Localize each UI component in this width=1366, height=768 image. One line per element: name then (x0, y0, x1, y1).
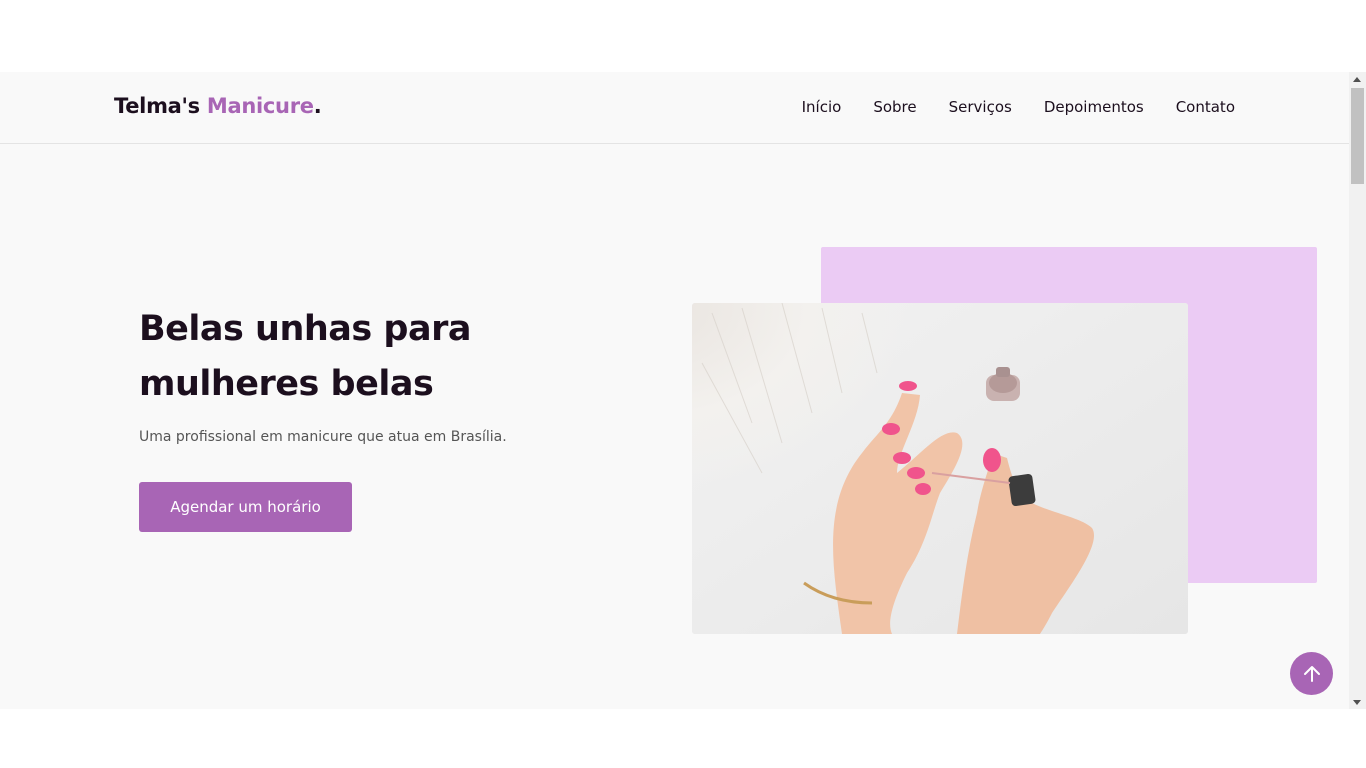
schedule-button[interactable]: Agendar um horário (139, 482, 352, 532)
brand-accent: Manicure (206, 94, 314, 118)
brand-name: Telma's (114, 94, 207, 118)
hero-title-line1: Belas unhas para (139, 309, 472, 349)
nav-link-depoimentos[interactable]: Depoimentos (1044, 98, 1144, 116)
scroll-down-icon[interactable] (1353, 700, 1361, 705)
page-viewport: Telma's Manicure. Início Sobre Serviços … (0, 72, 1366, 709)
nav-link-sobre[interactable]: Sobre (873, 98, 916, 116)
hero-title-line2: mulheres belas (139, 364, 434, 404)
main-nav: Início Sobre Serviços Depoimentos Contat… (802, 98, 1235, 116)
hero-image (692, 303, 1188, 634)
hero-title: Belas unhas para mulheres belas (139, 302, 609, 412)
back-to-top-button[interactable] (1290, 652, 1333, 695)
nav-link-servicos[interactable]: Serviços (949, 98, 1012, 116)
hero-photo-illustration (692, 303, 1188, 634)
scroll-up-icon[interactable] (1353, 77, 1361, 82)
brand-logo[interactable]: Telma's Manicure. (114, 94, 322, 118)
scroll-thumb[interactable] (1351, 88, 1364, 184)
hero-subtitle: Uma profissional em manicure que atua em… (139, 429, 507, 445)
nav-link-contato[interactable]: Contato (1176, 98, 1235, 116)
navbar: Telma's Manicure. Início Sobre Serviços … (0, 72, 1349, 144)
brand-dot: . (313, 94, 322, 118)
arrow-up-icon (1303, 665, 1320, 682)
vertical-scrollbar[interactable] (1349, 72, 1366, 709)
nav-link-inicio[interactable]: Início (802, 98, 842, 116)
